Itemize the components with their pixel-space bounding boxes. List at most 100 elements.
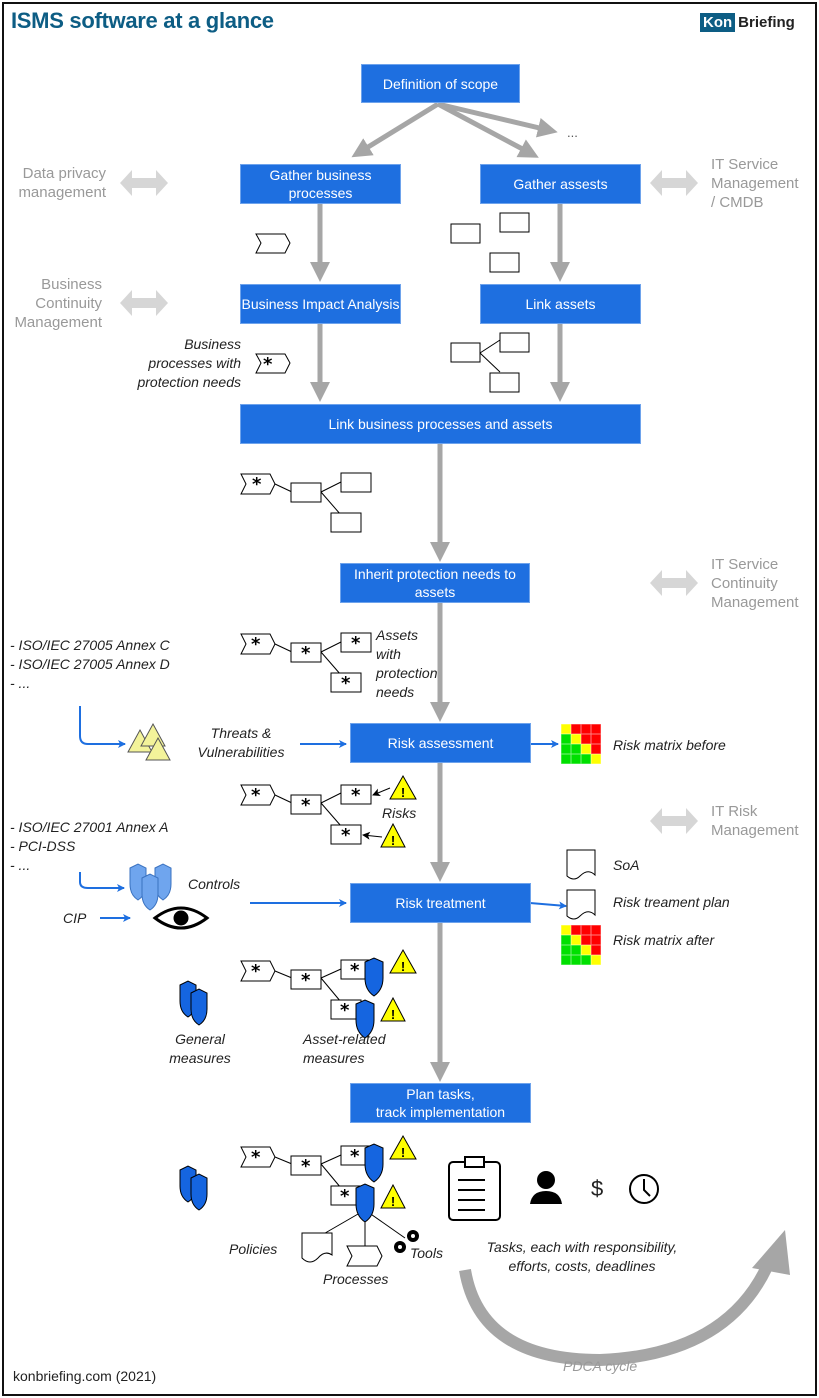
related-it-service-continuity: IT Service Continuity Management	[711, 556, 799, 611]
label-risk-matrix-after: Risk matrix after	[613, 932, 715, 948]
linked-assets-icon	[450, 332, 530, 393]
risk-matrix-after	[561, 925, 601, 965]
matrix-cell	[561, 935, 571, 945]
matrix-cell	[591, 754, 601, 764]
related-it-service-management: IT Service Management / CMDB	[711, 156, 799, 211]
asterisk-marker: *	[351, 633, 361, 654]
svg-text:!: !	[401, 785, 405, 800]
svg-text:!: !	[391, 1194, 395, 1209]
arrow-scope-to-processes	[351, 101, 440, 158]
matrix-cell	[561, 754, 571, 764]
svg-text:!: !	[391, 833, 395, 848]
asterisk-marker: *	[251, 961, 261, 982]
label-pdca-cycle: PDCA cycle	[563, 1358, 638, 1374]
matrix-cell	[591, 945, 601, 955]
label-asset-related-measures: Asset-related measures	[303, 1031, 386, 1066]
related-business-continuity: Business Continuity Management	[14, 276, 102, 331]
label-threats-vulnerabilities: Threats & Vulnerabilities	[197, 725, 285, 760]
matrix-cell	[571, 945, 581, 955]
matrix-cell	[591, 724, 601, 734]
asterisk-marker: *	[251, 1147, 261, 1168]
label-assets-protection-needs: Assets with protection needs	[376, 627, 438, 700]
svg-text:!: !	[401, 1145, 405, 1160]
footer-credit: konbriefing.com (2021)	[13, 1368, 157, 1384]
related-it-risk-management: IT Risk Management	[711, 803, 799, 839]
matrix-cell	[581, 925, 591, 935]
asterisk-marker: *	[301, 1156, 311, 1177]
plan-tasks-line1: Plan tasks,	[406, 1086, 475, 1102]
soa-doc-icon	[566, 849, 596, 880]
related-data-privacy: Data privacy management	[18, 165, 106, 201]
svg-text:!: !	[391, 1007, 395, 1022]
label-bp-protection-needs: Business processes with protection needs	[137, 336, 241, 390]
step-link-assets[interactable]: Link assets	[480, 284, 641, 324]
matrix-cell	[581, 945, 591, 955]
arrow-treatment-to-plan-doc	[529, 901, 567, 910]
matrix-cell	[561, 925, 571, 935]
asterisk-marker: *	[301, 970, 311, 991]
matrix-cell	[561, 945, 571, 955]
step-gather-business-processes[interactable]: Gather business processes	[240, 164, 401, 204]
label-risk-treatment-plan: Risk treament plan	[613, 894, 730, 910]
asterisk-marker: *	[340, 1000, 350, 1021]
asterisk-marker: *	[301, 795, 311, 816]
matrix-cell	[591, 955, 601, 965]
matrix-cell	[571, 935, 581, 945]
asterisk-marker: *	[350, 960, 360, 981]
matrix-cell	[561, 724, 571, 734]
matrix-cell	[591, 935, 601, 945]
step-plan-tasks[interactable]: Plan tasks, track implementation	[350, 1083, 531, 1123]
double-arrow-icon	[120, 290, 168, 316]
asset-boxes	[450, 212, 530, 273]
label-cip: CIP	[63, 910, 87, 926]
label-general-measures: General measures	[169, 1031, 231, 1066]
step-inherit-protection-needs[interactable]: Inherit protection needs to assets	[340, 563, 530, 603]
matrix-cell	[571, 734, 581, 744]
clock-icon	[629, 1174, 659, 1204]
double-arrow-icon	[650, 570, 698, 596]
label-processes: Processes	[323, 1271, 389, 1287]
label-tools: Tools	[410, 1245, 443, 1261]
asterisk-marker: *	[340, 1186, 350, 1207]
matrix-cell	[581, 734, 591, 744]
arrow-scope-to-more	[437, 101, 558, 138]
step-risk-assessment[interactable]: Risk assessment	[350, 723, 531, 763]
threats-icon	[127, 722, 171, 761]
matrix-cell	[591, 925, 601, 935]
task-checklist-icon	[448, 1156, 501, 1221]
asterisk-marker: *	[251, 785, 261, 806]
plan-tasks-line2: track implementation	[375, 1104, 506, 1120]
process-chevron-icon	[255, 233, 291, 254]
matrix-cell	[561, 734, 571, 744]
label-controls: Controls	[188, 876, 241, 892]
warning-icons	[380, 774, 417, 1209]
matrix-cell	[571, 744, 581, 754]
step-link-processes-and-assets[interactable]: Link business processes and assets	[240, 404, 641, 444]
double-arrow-icon	[650, 808, 698, 834]
pdca-arrowhead	[752, 1230, 790, 1275]
control-sources-list: - ISO/IEC 27001 Annex A - PCI-DSS - ...	[10, 819, 169, 873]
step-gather-assets[interactable]: Gather assests	[480, 164, 641, 204]
label-tasks: Tasks, each with responsibility, efforts…	[486, 1239, 678, 1274]
matrix-cell	[571, 925, 581, 935]
asterisk-marker: *	[341, 825, 351, 846]
arrow-scope-to-assets	[436, 101, 539, 158]
matrix-cell	[581, 955, 591, 965]
asterisk-marker: *	[251, 634, 261, 655]
asterisk-marker: *	[252, 474, 262, 495]
matrix-cell	[571, 724, 581, 734]
asterisk-marker: *	[350, 1146, 360, 1167]
policies-doc-icon	[301, 1232, 333, 1263]
asterisk-marker: *	[263, 354, 273, 375]
arrow-threat-sources	[79, 706, 126, 748]
step-risk-treatment[interactable]: Risk treatment	[350, 883, 531, 923]
matrix-cell	[591, 744, 601, 754]
dollar-icon: $	[591, 1176, 604, 1201]
asterisk-marker: *	[301, 643, 311, 664]
label-risks: Risks	[382, 805, 417, 821]
step-business-impact-analysis[interactable]: Business Impact Analysis	[240, 284, 401, 324]
step-definition-of-scope[interactable]: Definition of scope	[361, 64, 520, 103]
risk-matrix-before	[561, 724, 601, 764]
matrix-cell	[561, 955, 571, 965]
label-soa: SoA	[613, 857, 640, 873]
